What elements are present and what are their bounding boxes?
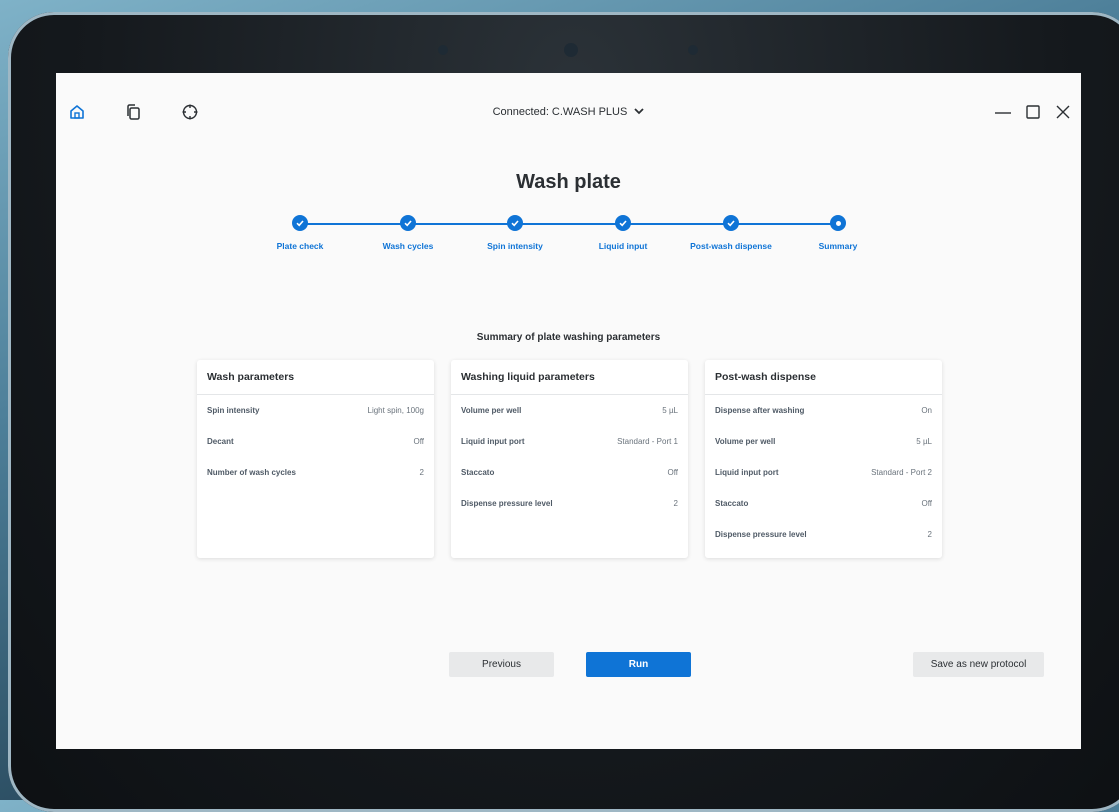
- current-dot-icon: [835, 220, 841, 226]
- param-key: Spin intensity: [207, 406, 260, 415]
- step-summary[interactable]: Summary: [784, 215, 892, 251]
- card-title: Washing liquid parameters: [451, 360, 688, 395]
- param-row: Dispense after washing On: [705, 395, 942, 426]
- param-value: Standard - Port 2: [871, 468, 932, 477]
- param-row: Liquid input port Standard - Port 1: [451, 426, 688, 457]
- maximize-icon[interactable]: [1022, 101, 1044, 123]
- step-current-marker: [830, 215, 846, 231]
- param-row: Volume per well 5 µL: [705, 426, 942, 457]
- param-value: Light spin, 100g: [367, 406, 425, 415]
- param-key: Staccato: [715, 499, 749, 508]
- step-label: Wash cycles: [382, 241, 434, 251]
- sensor-dot: [438, 45, 448, 55]
- step-label: Liquid input: [598, 241, 648, 251]
- param-key: Liquid input port: [461, 437, 525, 446]
- param-value: Off: [413, 437, 424, 446]
- param-key: Number of wash cycles: [207, 468, 296, 477]
- param-row: Decant Off: [197, 426, 434, 457]
- param-key: Staccato: [461, 468, 495, 477]
- param-value: On: [921, 406, 932, 415]
- param-row: Volume per well 5 µL: [451, 395, 688, 426]
- param-key: Volume per well: [461, 406, 522, 415]
- param-value: 2: [927, 530, 932, 539]
- close-icon[interactable]: [1052, 101, 1074, 123]
- step-done-marker: [723, 215, 739, 231]
- param-value: 5 µL: [662, 406, 678, 415]
- run-button[interactable]: Run: [586, 652, 691, 677]
- progress-stepper: Plate check Wash cycles Spin intensity L…: [266, 215, 857, 265]
- step-done-marker: [507, 215, 523, 231]
- save-as-new-protocol-button[interactable]: Save as new protocol: [913, 652, 1044, 677]
- step-spin-intensity[interactable]: Spin intensity: [461, 215, 569, 251]
- param-value: Standard - Port 1: [617, 437, 678, 446]
- connection-selector[interactable]: Connected: C.WASH PLUS: [56, 106, 1081, 118]
- param-row: Staccato Off: [451, 457, 688, 488]
- sensor-dot: [688, 45, 698, 55]
- top-bar: Connected: C.WASH PLUS: [56, 73, 1081, 128]
- check-icon: [619, 220, 627, 227]
- param-row: Dispense pressure level 2: [451, 488, 688, 519]
- card-washing-liquid-parameters: Washing liquid parameters Volume per wel…: [451, 360, 688, 558]
- param-key: Dispense pressure level: [715, 530, 807, 539]
- camera-lens: [564, 43, 578, 57]
- app-window: Connected: C.WASH PLUS Wash plate Plate …: [56, 73, 1081, 749]
- param-value: 2: [419, 468, 424, 477]
- check-icon: [404, 220, 412, 227]
- card-title: Post-wash dispense: [705, 360, 942, 395]
- step-label: Post-wash dispense: [690, 241, 772, 251]
- param-row: Spin intensity Light spin, 100g: [197, 395, 434, 426]
- param-key: Liquid input port: [715, 468, 779, 477]
- summary-title: Summary of plate washing parameters: [476, 332, 661, 343]
- previous-button[interactable]: Previous: [449, 652, 554, 677]
- minimize-icon[interactable]: [992, 101, 1014, 123]
- param-value: 2: [673, 499, 678, 508]
- step-plate-check[interactable]: Plate check: [246, 215, 354, 251]
- step-liquid-input[interactable]: Liquid input: [569, 215, 677, 251]
- param-key: Volume per well: [715, 437, 776, 446]
- param-row: Staccato Off: [705, 488, 942, 519]
- step-label: Plate check: [276, 241, 324, 251]
- param-row: Liquid input port Standard - Port 2: [705, 457, 942, 488]
- chevron-down-icon: [634, 106, 645, 118]
- card-title: Wash parameters: [197, 360, 434, 395]
- step-wash-cycles[interactable]: Wash cycles: [354, 215, 462, 251]
- check-icon: [296, 220, 304, 227]
- param-row: Number of wash cycles 2: [197, 457, 434, 488]
- step-post-wash-dispense[interactable]: Post-wash dispense: [677, 215, 785, 251]
- param-value: 5 µL: [916, 437, 932, 446]
- param-key: Decant: [207, 437, 234, 446]
- param-row: Dispense pressure level 2: [705, 519, 942, 550]
- step-done-marker: [400, 215, 416, 231]
- card-post-wash-dispense: Post-wash dispense Dispense after washin…: [705, 360, 942, 558]
- param-key: Dispense after washing: [715, 406, 805, 415]
- step-done-marker: [615, 215, 631, 231]
- param-value: Off: [921, 499, 932, 508]
- connection-label: Connected: C.WASH PLUS: [492, 106, 628, 118]
- step-label: Spin intensity: [487, 241, 543, 251]
- card-wash-parameters: Wash parameters Spin intensity Light spi…: [197, 360, 434, 558]
- param-value: Off: [667, 468, 678, 477]
- check-icon: [727, 220, 735, 227]
- check-icon: [511, 220, 519, 227]
- param-key: Dispense pressure level: [461, 499, 553, 508]
- step-done-marker: [292, 215, 308, 231]
- step-label: Summary: [818, 241, 858, 251]
- page-title: Wash plate: [516, 171, 621, 193]
